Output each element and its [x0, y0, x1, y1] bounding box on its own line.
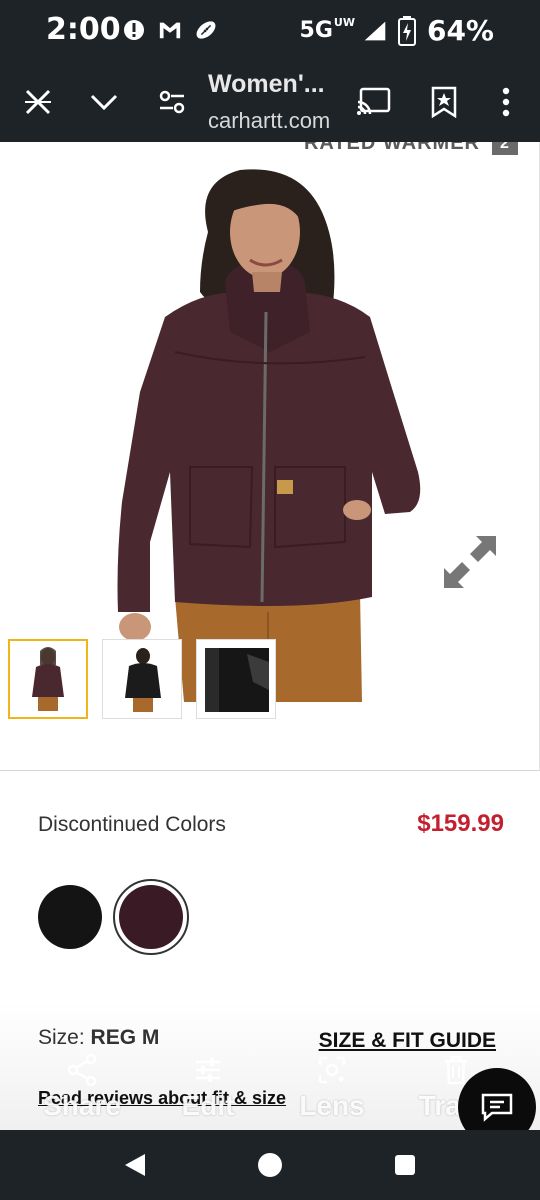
site-settings-button[interactable]	[152, 82, 192, 122]
image-thumbnails	[8, 639, 276, 719]
recents-square-icon	[395, 1155, 415, 1175]
size-label: Size:	[38, 1026, 85, 1049]
signal-icon	[363, 19, 387, 43]
chevron-down-icon	[90, 94, 118, 111]
more-vert-icon	[502, 87, 510, 117]
battery-charging-icon	[395, 15, 419, 46]
color-swatch-plum-fill	[119, 885, 183, 949]
expand-icon	[444, 536, 496, 588]
color-swatch-plum-selected[interactable]	[113, 879, 189, 955]
rated-text: RATED WARMER	[303, 142, 480, 154]
status-bar: 2:00 5GUW 64%	[0, 0, 540, 62]
browser-toolbar: Women'... carhartt.com	[0, 62, 540, 142]
alert-icon	[122, 18, 146, 42]
close-tab-button[interactable]	[18, 82, 58, 122]
thumbnail-lining-detail[interactable]	[196, 639, 276, 719]
share-action[interactable]: Share	[32, 1050, 132, 1122]
minimize-button[interactable]	[84, 82, 124, 122]
thumbnail-plum-front[interactable]	[8, 639, 88, 719]
share-icon	[32, 1050, 132, 1090]
network-type: 5GUW	[299, 16, 355, 43]
page-title: Women'...	[208, 70, 325, 98]
close-icon	[25, 89, 51, 115]
battery-percent: 64%	[426, 14, 494, 47]
page-url[interactable]: carhartt.com	[208, 108, 330, 134]
size-value: REG M	[90, 1026, 160, 1049]
home-button[interactable]	[255, 1150, 285, 1180]
tune-icon	[159, 90, 185, 114]
cast-button[interactable]	[354, 82, 394, 122]
size-selection: Size: REG M	[38, 1026, 159, 1050]
edit-action[interactable]: Edit	[158, 1050, 258, 1122]
cast-icon	[357, 87, 391, 115]
bookmark-button[interactable]	[424, 82, 464, 122]
edit-label: Edit	[181, 1090, 235, 1121]
lens-action[interactable]: Lens	[282, 1050, 382, 1122]
web-content: RATED WARMER 2 Discontinued Colors $159.…	[0, 142, 540, 1130]
rated-warmer-banner: RATED WARMER 2	[304, 142, 518, 155]
product-price: $159.99	[417, 810, 504, 837]
system-nav-bar	[0, 1130, 540, 1200]
status-time: 2:00	[46, 12, 121, 47]
football-icon	[194, 18, 218, 42]
home-circle-icon	[258, 1153, 282, 1177]
overflow-menu-button[interactable]	[486, 82, 526, 122]
thumbnail-black-back[interactable]	[102, 639, 182, 719]
lens-label: Lens	[299, 1090, 365, 1121]
expand-image-button[interactable]	[440, 532, 500, 592]
recents-button[interactable]	[390, 1150, 420, 1180]
back-button[interactable]	[120, 1150, 150, 1180]
chat-icon	[481, 1093, 513, 1122]
bookmark-star-icon	[431, 86, 457, 118]
color-swatch-black[interactable]	[38, 885, 102, 949]
sliders-icon	[158, 1050, 258, 1090]
share-label: Share	[43, 1090, 121, 1121]
back-triangle-icon	[125, 1154, 145, 1176]
colors-label: Discontinued Colors	[38, 813, 226, 836]
lens-icon	[282, 1050, 382, 1090]
rated-level-badge: 2	[492, 142, 518, 155]
gmail-icon	[158, 18, 182, 42]
section-divider	[0, 770, 540, 771]
product-image[interactable]	[0, 142, 540, 702]
network-subtype: UW	[333, 16, 355, 29]
